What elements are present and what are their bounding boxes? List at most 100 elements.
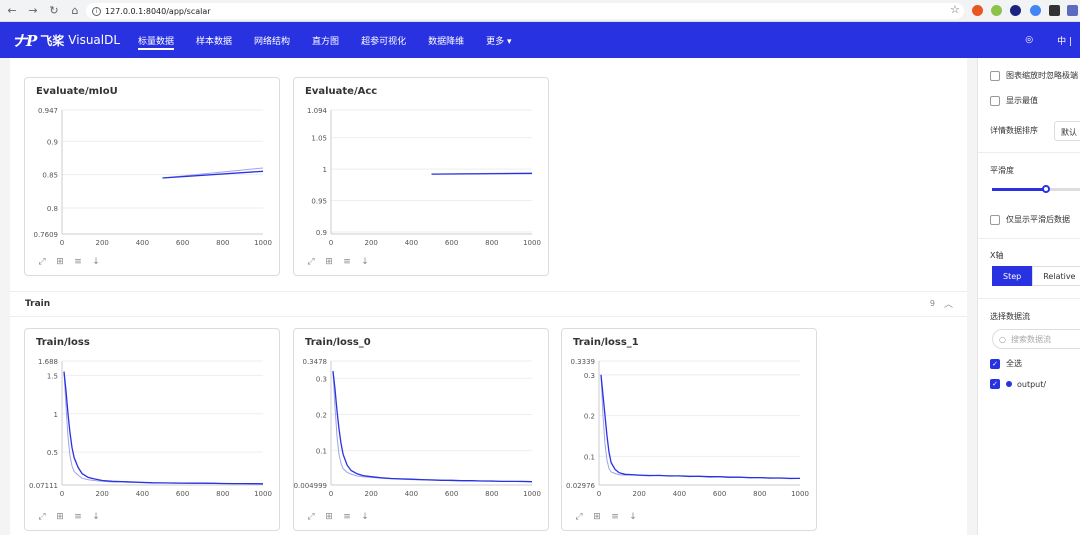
x-tick-label: 200 (96, 490, 109, 498)
settings-sidebar: 图表缩放时忽略极端 显示最值 详情数据排序 默认 平滑度 仅显示平滑后数据 X轴… (977, 58, 1080, 535)
chart-loss0[interactable]: 0.3478 0.3 0.2 0.1 0.0049990 200 400 600 800 1000 (294, 351, 550, 511)
nav-scalar[interactable]: 标量数据 (138, 22, 175, 58)
restore-icon[interactable]: ⊞ (55, 512, 65, 522)
download-icon[interactable]: ↓ (360, 512, 370, 522)
show-extremes-checkbox[interactable] (990, 95, 1000, 106)
chart-toolbar: ⤢ ⊞ ≡ ↓ (37, 257, 101, 267)
reload-icon[interactable]: ↻ (45, 2, 63, 20)
sort-select[interactable]: 默认 (1054, 121, 1080, 141)
x-tick-label: 0 (597, 490, 601, 498)
filter-icon[interactable]: ≡ (610, 512, 620, 522)
chart-loss1[interactable]: 0.3339 0.3 0.2 0.1 0.029760 200 400 600 800 1000 (562, 351, 818, 511)
filter-icon[interactable]: ≡ (73, 512, 83, 522)
x-tick-label: 400 (673, 490, 686, 498)
x-tick-label: 200 (96, 239, 109, 247)
series-line-smoothed (431, 172, 533, 175)
xaxis-step-button[interactable]: Step (992, 266, 1033, 286)
smoothing-slider-handle[interactable] (1042, 185, 1050, 193)
nav-more[interactable]: 更多 ▾ (486, 22, 511, 58)
search-icon: ○ (999, 334, 1006, 344)
address-bar[interactable]: i 127.0.0.1:8040/app/scalar (86, 3, 964, 19)
y-tick-label: 0.5 (47, 449, 58, 457)
download-icon[interactable]: ↓ (91, 512, 101, 522)
ignore-outliers-option[interactable]: 图表缩放时忽略极端 (990, 70, 1078, 81)
fullscreen-icon[interactable]: ⤢ (37, 257, 47, 267)
chart-miou[interactable]: 0.947 0.9 0.85 0.8 0.76090 200 400 600 800 1000 (25, 100, 281, 260)
nav-hparams[interactable]: 超参可视化 (361, 22, 406, 58)
filter-icon[interactable]: ≡ (342, 257, 352, 267)
y-tick-label: 0.07111 (29, 482, 58, 490)
extension-icon[interactable] (1030, 5, 1041, 16)
restore-icon[interactable]: ⊞ (55, 257, 65, 267)
chart-toolbar: ⤢ ⊞ ≡ ↓ (37, 512, 101, 522)
restore-icon[interactable]: ⊞ (324, 257, 334, 267)
only-smoothed-option[interactable]: 仅显示平滑后数据 (990, 214, 1070, 225)
x-tick-label: 600 (176, 239, 189, 247)
chart-acc[interactable]: 1.094 1.05 1 0.95 0.90 200 400 600 800 1000 (294, 100, 550, 260)
series-line-raw (332, 371, 532, 483)
download-icon[interactable]: ↓ (360, 257, 370, 267)
extension-icon[interactable] (991, 5, 1002, 16)
ignore-outliers-checkbox[interactable] (990, 70, 1000, 81)
x-tick-label: 600 (713, 490, 726, 498)
run-search-placeholder: 搜索数据流 (1010, 334, 1051, 344)
y-tick-label: 0.7609 (34, 231, 59, 239)
select-all-checkbox[interactable]: ✓ (990, 358, 1000, 369)
chart-title: Train/loss (36, 337, 90, 348)
y-tick-label: 0.9 (47, 138, 58, 146)
select-all-option[interactable]: ✓ 全选 (990, 358, 1022, 369)
profile-icon[interactable] (1067, 5, 1078, 16)
chart-toolbar: ⤢ ⊞ ≡ ↓ (306, 512, 370, 522)
filter-icon[interactable]: ≡ (73, 257, 83, 267)
run-search-input[interactable]: ○ 搜索数据流 (992, 329, 1080, 349)
extension-icon[interactable] (1049, 5, 1060, 16)
logo[interactable]: ナP 飞桨 VisualDL (12, 30, 138, 51)
bookmark-star-icon[interactable]: ☆ (950, 3, 960, 16)
chevron-up-icon[interactable]: ︿ (944, 297, 953, 310)
xaxis-relative-button[interactable]: Relative (1032, 266, 1080, 286)
theme-icon[interactable]: ◎ (1025, 35, 1033, 45)
series-line-raw (600, 374, 801, 480)
back-icon[interactable]: ← (3, 2, 21, 20)
chart-toolbar: ⤢ ⊞ ≡ ↓ (306, 257, 370, 267)
y-tick-label: 0.1 (584, 453, 595, 461)
download-icon[interactable]: ↓ (628, 512, 638, 522)
filter-icon[interactable]: ≡ (342, 512, 352, 522)
chart-card-loss0: Train/loss_0 0.3478 0.3 0.2 0.1 0.004999 0 200… (293, 328, 549, 531)
smoothing-slider[interactable] (992, 185, 1080, 193)
chart-card-miou: Evaluate/mIoU 0.947 0.9 0.85 0.8 0.7609 0 200 4… (24, 77, 280, 276)
restore-icon[interactable]: ⊞ (324, 512, 334, 522)
home-icon[interactable]: ⌂ (66, 2, 84, 20)
fullscreen-icon[interactable]: ⤢ (306, 512, 316, 522)
x-tick-label: 800 (216, 239, 229, 247)
only-smoothed-checkbox[interactable] (990, 214, 1000, 225)
restore-icon[interactable]: ⊞ (592, 512, 602, 522)
info-icon[interactable]: i (92, 6, 101, 16)
extension-icon[interactable] (972, 5, 983, 16)
smoothing-slider-fill (992, 188, 1046, 191)
fullscreen-icon[interactable]: ⤢ (574, 512, 584, 522)
chart-loss[interactable]: 1.688 1.5 1 0.5 0.071110 200 400 600 800 1000 (25, 351, 281, 511)
extension-icon[interactable] (1010, 5, 1021, 16)
divider (978, 238, 1080, 239)
divider (978, 298, 1080, 299)
nav-samples[interactable]: 样本数据 (196, 22, 232, 58)
nav-graph[interactable]: 网络结构 (254, 22, 290, 58)
main-content: Evaluate/mIoU 0.947 0.9 0.85 0.8 0.7609 0 200 4… (10, 58, 967, 535)
fullscreen-icon[interactable]: ⤢ (306, 257, 316, 267)
section-header-train[interactable]: Train 9 ︿ (10, 291, 967, 317)
run-checkbox[interactable]: ✓ (990, 379, 1000, 389)
nav-histogram[interactable]: 直方图 (312, 22, 339, 58)
language-switch[interactable]: 中 | (1057, 34, 1072, 47)
chart-title: Train/loss_0 (305, 337, 371, 348)
chart-title: Evaluate/mIoU (36, 86, 118, 97)
nav-embeddings[interactable]: 数据降维 (428, 22, 464, 58)
sort-label: 详情数据排序 (990, 126, 1038, 135)
show-extremes-option[interactable]: 显示最值 (990, 95, 1038, 106)
forward-icon[interactable]: → (24, 2, 42, 20)
fullscreen-icon[interactable]: ⤢ (37, 512, 47, 522)
download-icon[interactable]: ↓ (91, 257, 101, 267)
run-item[interactable]: ✓ output/ (990, 379, 1046, 389)
y-tick-label: 1 (323, 166, 327, 174)
x-tick-label: 600 (445, 239, 458, 247)
